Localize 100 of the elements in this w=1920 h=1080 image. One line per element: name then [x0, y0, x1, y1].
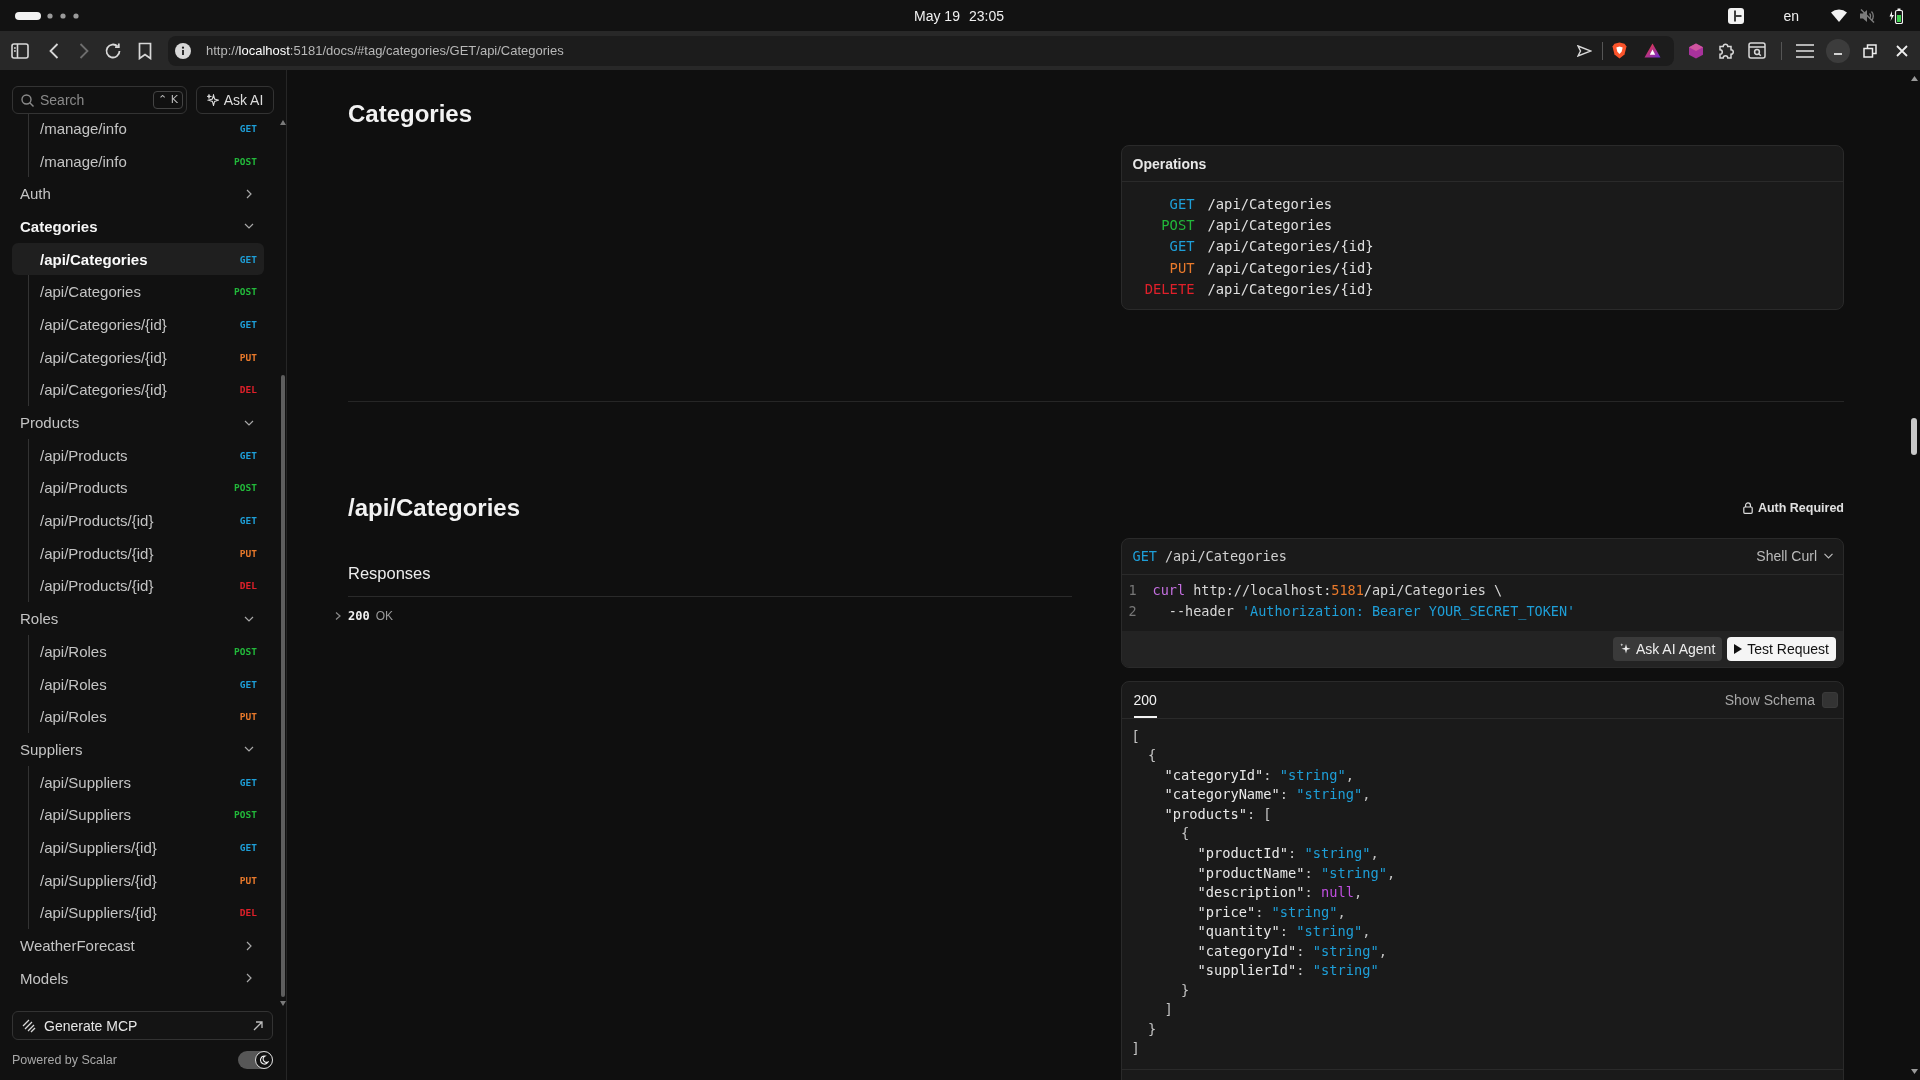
responses-heading: Responses — [348, 563, 431, 582]
code-line: "categoryId": "string", — [1197, 942, 1387, 959]
method-tag: GET — [239, 253, 257, 265]
code-line: "productName": "string", — [1197, 864, 1396, 881]
sparkle-icon — [206, 94, 219, 106]
code-line: { — [1148, 747, 1157, 764]
address-bar[interactable]: http://localhost:5181/docs/#tag/categories/GET/api/Categories — [168, 35, 1674, 66]
url-text[interactable]: http://localhost:5181/docs/#tag/categories/GET/api/Categories — [206, 43, 564, 58]
reload-icon[interactable] — [104, 41, 122, 60]
method-label: PUT — [1169, 259, 1195, 276]
ask-ai-button[interactable]: Ask AI — [196, 86, 274, 114]
powered-by-link[interactable]: Powered by Scalar — [12, 1053, 117, 1067]
restore-icon[interactable] — [1863, 43, 1877, 58]
shield-icon[interactable] — [1612, 42, 1627, 59]
method-tag: GET — [239, 678, 257, 690]
method-label: GET — [1169, 238, 1195, 255]
endpoint-title: /api/Categories — [348, 492, 521, 523]
sidebar-group[interactable]: WeatherForecast — [12, 929, 264, 962]
method-tag: POST — [234, 482, 257, 494]
endpoint-link[interactable]: /api/Categories — [1207, 195, 1333, 212]
volume-muted-icon[interactable] — [1859, 7, 1875, 24]
puzzle-icon[interactable] — [1717, 41, 1735, 60]
back-icon[interactable] — [49, 42, 59, 59]
generate-mcp-button[interactable]: Generate MCP — [12, 1011, 273, 1040]
code-line: --header 'Authorization: Bearer YOUR_SECRET_TOKEN' — [1168, 603, 1576, 620]
method-tag: POST — [234, 809, 257, 821]
search-icon — [21, 94, 34, 107]
cube-icon[interactable] — [1688, 42, 1704, 59]
bookmark-icon[interactable] — [138, 41, 152, 60]
layout-icon[interactable] — [1728, 7, 1745, 24]
code-line: [ — [1131, 727, 1140, 744]
minimize-icon[interactable] — [1826, 38, 1850, 63]
code-line: "productId": "string", — [1197, 845, 1379, 861]
moon-icon — [259, 1055, 269, 1065]
method-label: GET — [1132, 548, 1157, 565]
code-line: "categoryName": "string", — [1164, 786, 1371, 803]
response-tab[interactable]: 200 — [1133, 681, 1157, 718]
method-tag: POST — [234, 645, 257, 657]
show-schema-checkbox[interactable] — [1822, 691, 1838, 708]
sidebar-toggle-icon[interactable] — [11, 41, 29, 60]
scroll-down-arrow-icon[interactable] — [1910, 1069, 1918, 1074]
method-tag: DEL — [239, 384, 257, 396]
sidebar-group[interactable]: Roles — [12, 602, 264, 635]
method-tag: GET — [239, 841, 257, 853]
send-icon[interactable] — [1577, 44, 1592, 57]
code-line: "products": [ — [1164, 805, 1272, 822]
sidebar-group[interactable]: Models — [12, 961, 264, 995]
ask-ai-agent-button[interactable]: Ask AI Agent — [1612, 636, 1723, 661]
close-icon[interactable] — [1896, 44, 1908, 57]
method-tag: PUT — [239, 351, 257, 363]
language-indicator[interactable]: en — [1783, 7, 1799, 24]
forward-icon[interactable] — [79, 42, 89, 59]
arrow-up-right-icon — [253, 1020, 263, 1031]
sidebar-item[interactable]: /api/Categories GET — [12, 242, 264, 276]
method-tag: GET — [239, 449, 257, 461]
theme-toggle[interactable] — [238, 1051, 273, 1069]
card-title: Operations — [1132, 155, 1207, 172]
test-request-button[interactable]: Test Request — [1727, 636, 1836, 661]
method-tag: POST — [234, 286, 257, 298]
code-line: "categoryId": "string", — [1164, 766, 1355, 783]
request-path: /api/Categories — [1164, 548, 1287, 565]
sidebar-group[interactable]: Products — [12, 406, 264, 439]
scrollbar-thumb[interactable] — [1911, 418, 1917, 455]
method-label: DELETE — [1144, 281, 1195, 298]
client-select[interactable]: Shell Curl — [1756, 548, 1833, 565]
section-title: Categories — [348, 99, 473, 129]
clock-date[interactable]: May 19 — [914, 7, 960, 24]
code-line: "price": "string", — [1197, 903, 1346, 920]
window-search-icon[interactable] — [1748, 42, 1766, 59]
response-row[interactable]: 200 OK — [334, 604, 394, 627]
code-line: "description": null, — [1197, 884, 1363, 901]
show-schema-label: Show Schema — [1724, 691, 1815, 708]
shortcut-key: ⌃ K — [153, 91, 183, 109]
code-line: ] — [1164, 1001, 1173, 1018]
method-tag: POST — [234, 155, 257, 167]
endpoint-link[interactable]: /api/Categories — [1207, 217, 1333, 234]
sidebar-group[interactable]: Auth — [12, 177, 264, 211]
method-tag: GET — [239, 122, 257, 134]
method-tag: PUT — [239, 711, 257, 723]
method-tag: GET — [239, 776, 257, 788]
battery-icon[interactable] — [1889, 7, 1903, 24]
scrollbar-thumb[interactable] — [281, 375, 285, 997]
method-tag: DEL — [239, 580, 257, 592]
sidebar-group[interactable]: Suppliers — [12, 733, 264, 766]
menu-icon[interactable] — [1796, 43, 1814, 58]
sidebar-group[interactable]: Categories — [12, 210, 264, 243]
code-line: } — [1180, 981, 1190, 998]
scroll-up-arrow-icon[interactable] — [1910, 76, 1918, 81]
wifi-icon[interactable] — [1831, 9, 1847, 22]
scroll-up-arrow-icon[interactable] — [280, 120, 286, 125]
line-number: 1 — [1128, 582, 1138, 599]
endpoint-link[interactable]: /api/Categories/{id} — [1207, 281, 1374, 298]
endpoint-link[interactable]: /api/Categories/{id} — [1207, 238, 1374, 255]
triangle-icon[interactable] — [1644, 43, 1661, 58]
play-icon — [1734, 643, 1743, 654]
workspace-indicator-icon[interactable] — [15, 11, 79, 20]
clock-time[interactable]: 23:05 — [968, 7, 1004, 24]
scroll-down-arrow-icon[interactable] — [280, 1001, 286, 1006]
endpoint-link[interactable]: /api/Categories/{id} — [1207, 259, 1374, 276]
info-icon[interactable] — [175, 42, 191, 59]
